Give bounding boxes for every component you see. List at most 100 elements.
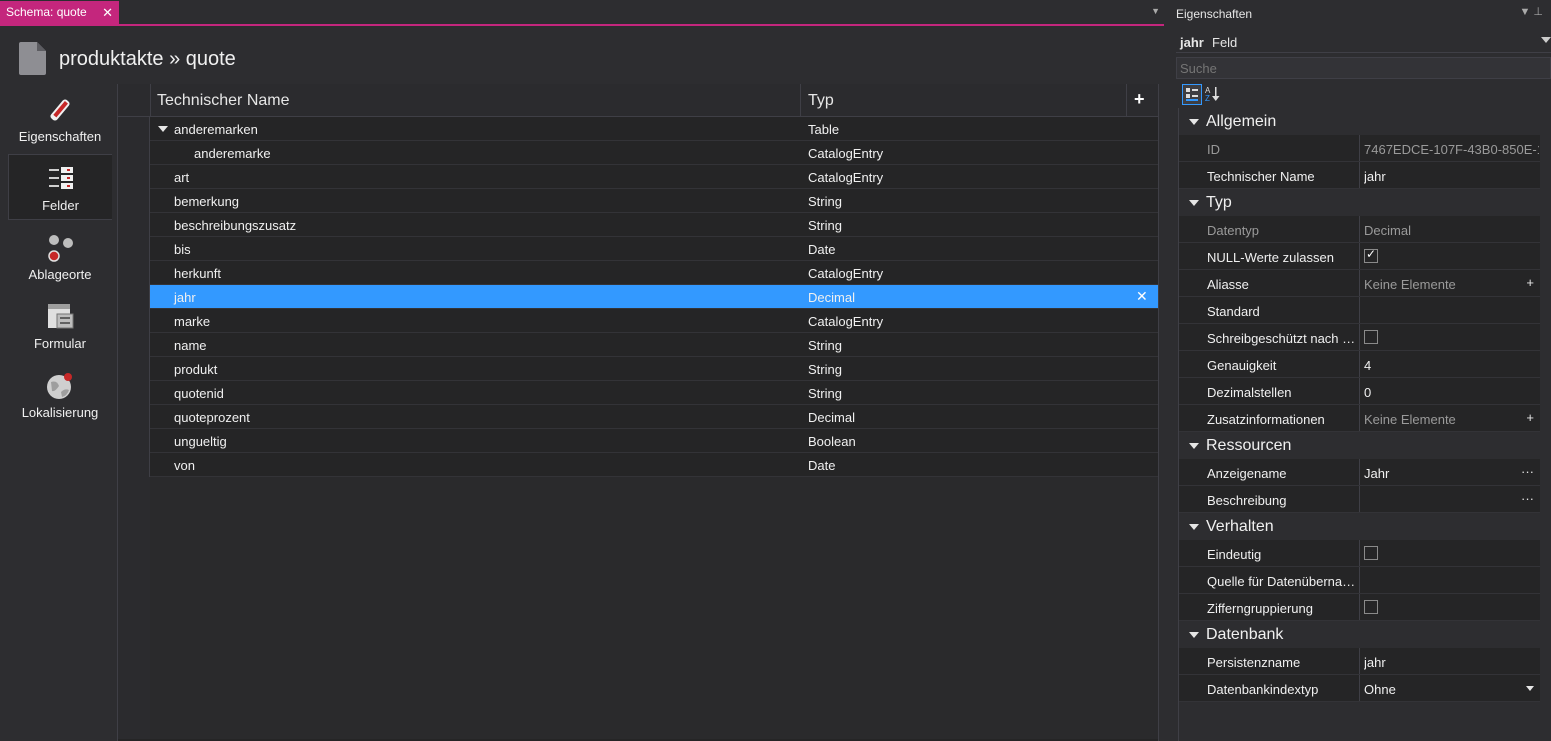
add-field-button[interactable]: + bbox=[1134, 89, 1145, 110]
row-indicator[interactable] bbox=[118, 261, 150, 285]
row-indicator[interactable] bbox=[118, 213, 150, 237]
table-row[interactable]: marke CatalogEntry bbox=[118, 309, 1158, 333]
tab-schema-quote[interactable]: Schema: quote ✕ bbox=[0, 1, 119, 24]
chevron-down-icon[interactable]: ▼ bbox=[1519, 6, 1530, 18]
table-row[interactable]: name String bbox=[118, 333, 1158, 357]
property-row[interactable]: Schreibgeschützt nach E... bbox=[1179, 324, 1540, 351]
nav-item-lokalisierung[interactable]: Lokalisierung bbox=[8, 362, 112, 428]
nav-item-felder[interactable]: Felder bbox=[8, 154, 112, 220]
collapse-icon[interactable] bbox=[1189, 524, 1199, 530]
row-indicator[interactable] bbox=[118, 309, 150, 333]
row-cells[interactable] bbox=[150, 357, 1158, 381]
property-row[interactable]: Genauigkeit 4 bbox=[1179, 351, 1540, 378]
property-row[interactable]: Technischer Name jahr bbox=[1179, 162, 1540, 189]
row-indicator[interactable] bbox=[118, 453, 150, 477]
nav-item-eigenschaften[interactable]: Eigenschaften bbox=[8, 86, 112, 152]
row-cells[interactable] bbox=[150, 333, 1158, 357]
delete-field-icon[interactable]: ✕ bbox=[1136, 288, 1148, 305]
row-indicator[interactable] bbox=[118, 285, 150, 309]
edit-ellipsis-button[interactable]: ··· bbox=[1521, 464, 1534, 479]
property-row[interactable]: Persistenzname jahr bbox=[1179, 648, 1540, 675]
property-row[interactable]: Beschreibung ··· bbox=[1179, 486, 1540, 513]
row-cells[interactable] bbox=[150, 381, 1158, 405]
expand-collapse-icon[interactable] bbox=[158, 126, 168, 132]
row-indicator[interactable] bbox=[118, 165, 150, 189]
row-cells[interactable] bbox=[150, 309, 1158, 333]
row-cells[interactable] bbox=[150, 453, 1158, 477]
property-checkbox[interactable] bbox=[1364, 546, 1378, 560]
chevron-down-icon[interactable] bbox=[1526, 686, 1534, 691]
row-cells[interactable] bbox=[150, 141, 1158, 165]
property-category[interactable]: Verhalten bbox=[1179, 513, 1540, 540]
row-indicator[interactable] bbox=[118, 237, 150, 261]
row-cells[interactable] bbox=[150, 285, 1158, 309]
table-row[interactable]: produkt String bbox=[118, 357, 1158, 381]
table-row[interactable]: von Date bbox=[118, 453, 1158, 477]
row-cells[interactable] bbox=[150, 261, 1158, 285]
property-row[interactable]: Datentyp Decimal bbox=[1179, 216, 1540, 243]
chevron-down-icon[interactable]: ▼ bbox=[1151, 6, 1160, 16]
row-cells[interactable] bbox=[150, 189, 1158, 213]
table-row[interactable]: art CatalogEntry bbox=[118, 165, 1158, 189]
row-cells[interactable] bbox=[150, 165, 1158, 189]
property-value[interactable]: Jahr bbox=[1364, 466, 1539, 481]
property-row[interactable]: Quelle für Datenübernah... bbox=[1179, 567, 1540, 594]
row-indicator[interactable] bbox=[118, 117, 150, 141]
table-row[interactable]: bemerkung String bbox=[118, 189, 1158, 213]
pin-icon[interactable]: ⊥ bbox=[1533, 6, 1543, 18]
property-value[interactable]: Decimal bbox=[1364, 223, 1539, 238]
row-indicator[interactable] bbox=[118, 189, 150, 213]
collapse-icon[interactable] bbox=[1189, 119, 1199, 125]
property-value[interactable]: Keine Elemente bbox=[1364, 277, 1539, 292]
row-cells[interactable] bbox=[150, 429, 1158, 453]
row-cells[interactable] bbox=[150, 237, 1158, 261]
categorized-view-button[interactable] bbox=[1182, 84, 1202, 105]
table-row[interactable]: quotenid String bbox=[118, 381, 1158, 405]
property-grid-scrollbar[interactable] bbox=[1541, 108, 1551, 741]
column-header-technischer-name[interactable]: Technischer Name bbox=[157, 92, 290, 110]
add-item-button[interactable]: + bbox=[1526, 410, 1534, 425]
property-value[interactable]: 0 bbox=[1364, 385, 1539, 400]
table-row[interactable]: jahr Decimal ✕ bbox=[118, 285, 1158, 309]
search-input[interactable] bbox=[1176, 57, 1551, 79]
table-row[interactable]: anderemarken Table bbox=[118, 117, 1158, 141]
property-value[interactable]: Ohne bbox=[1364, 682, 1539, 697]
row-indicator[interactable] bbox=[118, 357, 150, 381]
property-category[interactable]: Allgemein bbox=[1179, 108, 1540, 135]
property-checkbox[interactable] bbox=[1364, 600, 1378, 614]
table-row[interactable]: anderemarke CatalogEntry bbox=[118, 141, 1158, 165]
property-row[interactable]: Datenbankindextyp Ohne bbox=[1179, 675, 1540, 702]
property-value[interactable]: jahr bbox=[1364, 169, 1539, 184]
add-item-button[interactable]: + bbox=[1526, 275, 1534, 290]
property-value[interactable]: Keine Elemente bbox=[1364, 412, 1539, 427]
property-row[interactable]: NULL-Werte zulassen ✓ bbox=[1179, 243, 1540, 270]
nav-item-formular[interactable]: Formular bbox=[8, 293, 112, 359]
property-value[interactable]: jahr bbox=[1364, 655, 1539, 670]
property-row[interactable]: ID 7467EDCE-107F-43B0-850E-14 bbox=[1179, 135, 1540, 162]
property-category[interactable]: Ressourcen bbox=[1179, 432, 1540, 459]
chevron-down-icon[interactable] bbox=[1541, 37, 1551, 43]
row-cells[interactable] bbox=[150, 117, 1158, 141]
property-category[interactable]: Typ bbox=[1179, 189, 1540, 216]
object-selector[interactable]: jahr Feld bbox=[1176, 29, 1551, 53]
row-cells[interactable] bbox=[150, 405, 1158, 429]
property-row[interactable]: Anzeigename Jahr ··· bbox=[1179, 459, 1540, 486]
table-row[interactable]: beschreibungszusatz String bbox=[118, 213, 1158, 237]
collapse-icon[interactable] bbox=[1189, 443, 1199, 449]
table-row[interactable]: quoteprozent Decimal bbox=[118, 405, 1158, 429]
row-indicator[interactable] bbox=[118, 429, 150, 453]
row-indicator[interactable] bbox=[118, 333, 150, 357]
table-row[interactable]: bis Date bbox=[118, 237, 1158, 261]
table-row[interactable]: ungueltig Boolean bbox=[118, 429, 1158, 453]
property-row[interactable]: Standard bbox=[1179, 297, 1540, 324]
property-row[interactable]: Zusatzinformationen Keine Elemente + bbox=[1179, 405, 1540, 432]
row-indicator[interactable] bbox=[118, 381, 150, 405]
alphabetical-view-button[interactable]: A Z bbox=[1204, 84, 1224, 105]
property-row[interactable]: Zifferngruppierung bbox=[1179, 594, 1540, 621]
row-indicator[interactable] bbox=[118, 405, 150, 429]
nav-item-ablageorte[interactable]: Ablageorte bbox=[8, 224, 112, 290]
property-checkbox[interactable]: ✓ bbox=[1364, 247, 1378, 263]
row-indicator[interactable] bbox=[118, 141, 150, 165]
row-cells[interactable] bbox=[150, 213, 1158, 237]
property-value[interactable]: 4 bbox=[1364, 358, 1539, 373]
